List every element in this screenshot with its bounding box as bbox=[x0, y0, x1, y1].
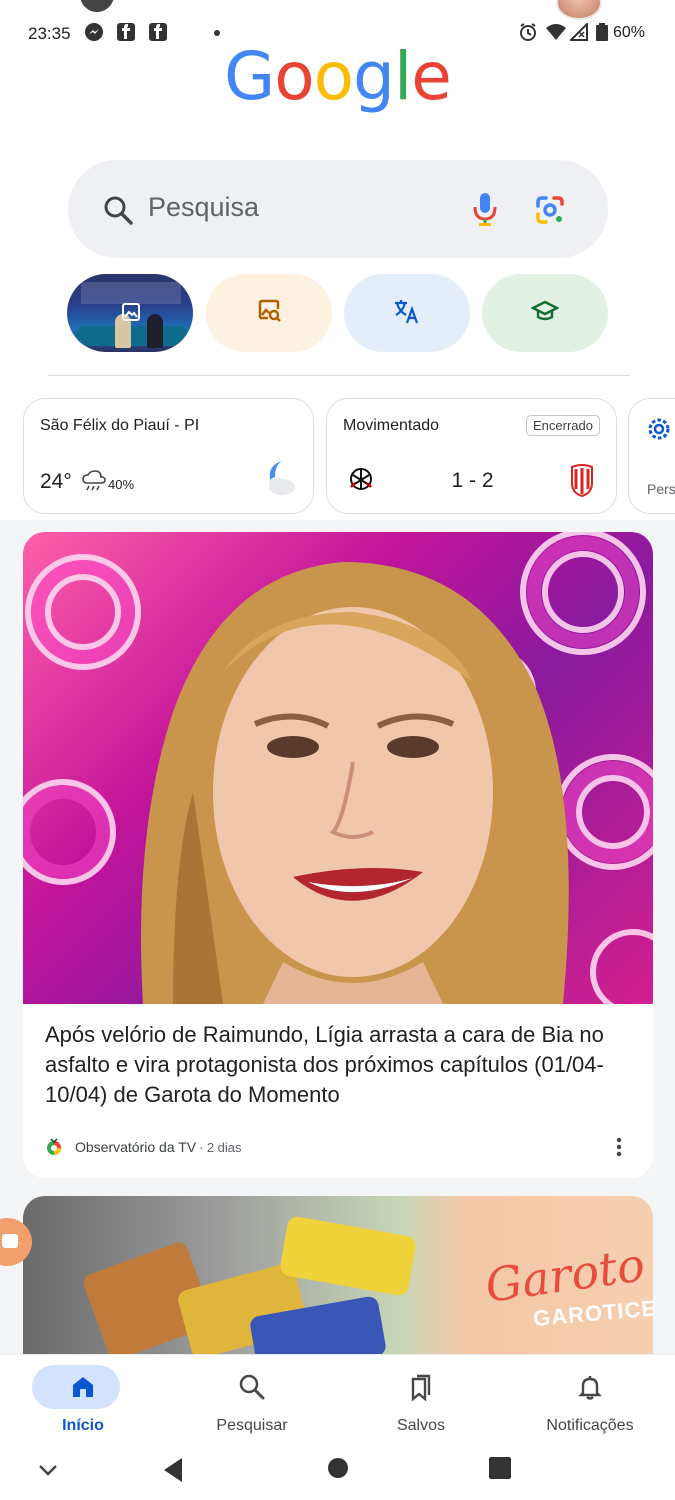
news-card[interactable]: Após velório de Raimundo, Lígia arrasta … bbox=[23, 532, 653, 1178]
search-placeholder[interactable]: Pesquisa bbox=[148, 192, 259, 223]
homework-chip[interactable] bbox=[482, 274, 608, 352]
image-search-icon bbox=[256, 298, 282, 329]
news-time: 2 dias bbox=[206, 1139, 242, 1155]
home-button-icon[interactable] bbox=[326, 1456, 350, 1485]
personalize-card[interactable]: Pers bbox=[628, 398, 675, 514]
image-thumbnail-chip[interactable] bbox=[67, 274, 193, 352]
search-icon bbox=[102, 194, 134, 231]
sports-score-card[interactable]: Movimentado Encerrado 1 - 2 bbox=[326, 398, 617, 514]
image-search-icon bbox=[121, 302, 143, 329]
lens-image-search-chip[interactable] bbox=[206, 274, 332, 352]
search-icon bbox=[238, 1373, 266, 1401]
logo-letter: l bbox=[393, 38, 412, 115]
notification-cutout-icon bbox=[80, 0, 114, 12]
weather-location: São Félix do Piauí - PI bbox=[40, 417, 200, 434]
news-source: Observatório da TV bbox=[75, 1139, 197, 1155]
bell-icon bbox=[576, 1373, 604, 1401]
rain-icon bbox=[82, 470, 106, 497]
more-options-icon[interactable] bbox=[609, 1136, 629, 1158]
translate-icon bbox=[393, 297, 421, 330]
weather-card[interactable]: São Félix do Piauí - PI 24° 40% bbox=[23, 398, 314, 514]
nav-item-saved[interactable]: Salvos bbox=[351, 1361, 491, 1441]
divider bbox=[48, 375, 630, 376]
google-logo: Google bbox=[0, 38, 675, 115]
personalize-label: Pers bbox=[647, 481, 675, 497]
status-badge: Encerrado bbox=[526, 415, 600, 436]
precipitation-percentage: 40% bbox=[108, 477, 135, 492]
thumbnail-person bbox=[147, 314, 163, 348]
system-navigation-bar bbox=[0, 1446, 675, 1500]
bottom-navigation: Início Pesquisar Salvos Notificações bbox=[0, 1354, 675, 1446]
gear-icon bbox=[647, 417, 671, 446]
avatar[interactable] bbox=[556, 0, 602, 20]
nav-label: Notificações bbox=[546, 1417, 634, 1434]
thumbnail-banner bbox=[81, 282, 181, 304]
news-source-row: Observatório da TV · 2 dias bbox=[45, 1136, 242, 1158]
nav-item-home[interactable]: Início bbox=[13, 1361, 153, 1441]
news-title[interactable]: Após velório de Raimundo, Lígia arrasta … bbox=[45, 1020, 635, 1110]
school-cap-icon bbox=[530, 299, 560, 328]
google-lens-icon[interactable] bbox=[534, 194, 566, 231]
team-crest-icon bbox=[570, 463, 594, 502]
source-logo-icon bbox=[45, 1138, 63, 1156]
logo-letter: g bbox=[353, 38, 395, 115]
translate-chip[interactable] bbox=[344, 274, 470, 352]
weather-temperature: 24° bbox=[40, 470, 72, 493]
bookmarks-icon bbox=[407, 1373, 435, 1402]
nav-label: Pesquisar bbox=[216, 1417, 288, 1434]
nav-item-search[interactable]: Pesquisar bbox=[182, 1361, 322, 1441]
search-bar[interactable]: Pesquisa bbox=[68, 160, 608, 258]
nav-item-notifications[interactable]: Notificações bbox=[520, 1361, 660, 1441]
logo-letter: e bbox=[411, 38, 452, 115]
news-image bbox=[278, 1215, 418, 1297]
nav-label: Início bbox=[62, 1417, 104, 1434]
microphone-icon[interactable] bbox=[472, 192, 498, 233]
news-image[interactable] bbox=[23, 532, 653, 1004]
partly-cloudy-night-icon bbox=[258, 457, 298, 502]
camera-icon bbox=[2, 1234, 18, 1248]
thumbnail-stage bbox=[77, 326, 187, 346]
back-icon[interactable] bbox=[160, 1456, 186, 1489]
notification-dot-icon bbox=[214, 30, 220, 36]
sports-card-label: Movimentado bbox=[343, 417, 440, 434]
chevron-down-icon[interactable] bbox=[36, 1460, 60, 1485]
logo-letter: G bbox=[224, 38, 275, 115]
separator: · bbox=[199, 1139, 204, 1155]
nav-label: Salvos bbox=[396, 1417, 446, 1434]
logo-letter: o bbox=[274, 38, 314, 115]
recent-apps-icon[interactable] bbox=[488, 1456, 512, 1485]
logo-letter: o bbox=[313, 38, 354, 115]
home-icon bbox=[69, 1373, 97, 1401]
